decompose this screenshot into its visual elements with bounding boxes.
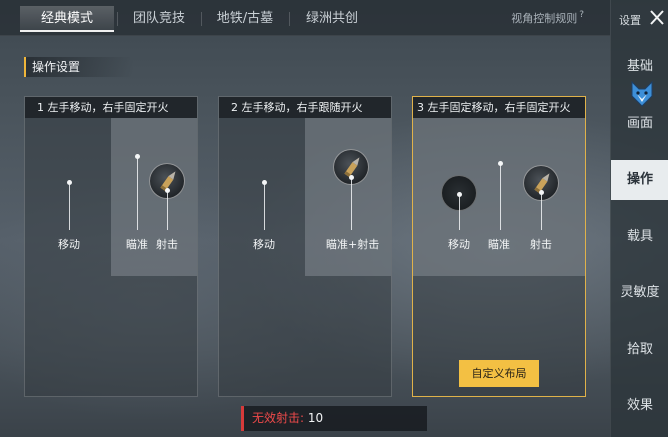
settings-title: 设置 [619,14,641,27]
aim-label: 瞄准 [126,238,148,251]
close-button[interactable] [647,6,667,28]
fire-leader-line [167,192,168,230]
layout-card-3[interactable]: 3 左手固定移动，右手固定开火 移动 瞄准 射击 自定义布局 [412,96,586,397]
bullet-icon [534,173,550,194]
sidebar-item-graphics[interactable]: 画面 [611,104,668,144]
tab-divider [201,12,202,26]
layout-card-1[interactable]: 1 左手移动，右手固定开火 移动 瞄准 射击 [24,96,198,397]
tab-metro-tomb[interactable]: 地铁/古墓 [204,6,286,32]
move-label: 移动 [58,238,80,251]
tab-divider [117,12,118,26]
section-title: 操作设置 [24,57,134,77]
move-leader-line [69,184,70,230]
settings-sidebar: 设置 基础 画面 操作 载具 灵敏度 拾取 效果 [610,0,668,437]
aim-label: 瞄准 [488,238,510,251]
custom-layout-button[interactable]: 自定义布局 [459,360,539,387]
move-leader-line [264,184,265,230]
view-control-rules-link[interactable]: 视角控制规则? [511,10,584,26]
move-label: 移动 [448,238,470,251]
help-icon: ? [579,10,584,21]
sidebar-item-vehicle[interactable]: 载具 [611,217,668,257]
fire-leader-line [541,194,542,230]
sidebar-item-effects[interactable]: 效果 [611,386,668,426]
invalid-shot-count: 10 [307,411,324,425]
layout-card-2[interactable]: 2 左手移动，右手跟随开火 移动 瞄准+射击 [218,96,392,397]
right-hand-zone [305,118,391,276]
tab-team-deathmatch[interactable]: 团队竞技 [120,6,198,32]
close-icon [650,10,664,25]
aim-leader-line [500,165,501,230]
bullet-icon [344,157,360,178]
invalid-shot-label: 无效射击: [252,411,305,425]
move-label: 移动 [253,238,275,251]
tab-oasis-cocreate[interactable]: 绿洲共创 [292,6,372,32]
tab-divider [289,12,290,26]
sidebar-item-pickup[interactable]: 拾取 [611,330,668,370]
mascot-icon [631,80,653,107]
view-control-rules-label: 视角控制规则 [511,12,578,25]
layout-card-title: 2 左手移动，右手跟随开火 [219,97,391,118]
fire-label: 射击 [530,238,552,251]
sidebar-header: 设置 [611,0,668,36]
layout-card-title: 1 左手移动，右手固定开火 [25,97,197,118]
bullet-icon [160,171,176,192]
sidebar-item-controls[interactable]: 操作 [611,160,668,200]
aim-fire-label: 瞄准+射击 [326,238,380,251]
aim-leader-line [137,158,138,230]
layout-card-title: 3 左手固定移动，右手固定开火 [413,97,585,118]
sidebar-item-sensitivity[interactable]: 灵敏度 [611,273,668,313]
tab-classic-mode[interactable]: 经典模式 [20,6,114,32]
aim-fire-leader-line [351,179,352,230]
fire-label: 射击 [156,238,178,251]
move-leader-line [459,196,460,230]
mode-tab-bar: 经典模式 团队竞技 地铁/古墓 绿洲共创 视角控制规则? [0,0,610,36]
invalid-shot-indicator: 无效射击: 10 [241,406,427,431]
